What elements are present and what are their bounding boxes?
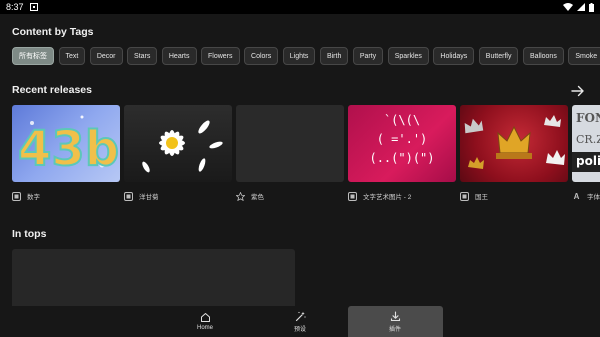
- font-art-word: CR.ZO: [576, 133, 600, 146]
- notification-icon: [29, 3, 38, 11]
- nav-label: 插件: [388, 326, 401, 333]
- status-bar: 8:37: [0, 0, 600, 14]
- download-icon: [390, 310, 400, 321]
- numbers-art-text: 43b: [18, 121, 119, 177]
- card-thumbnail: 43b: [12, 105, 120, 182]
- tag-chip[interactable]: Birth: [319, 47, 349, 65]
- tag-chip[interactable]: 所有标签: [12, 47, 54, 65]
- card-thumbnail: [124, 105, 232, 182]
- sticker-icon: [348, 191, 357, 201]
- tag-chip[interactable]: Sparkles: [387, 47, 429, 65]
- bottom-navigation: Home 预设 插件: [0, 306, 600, 337]
- signal-icon: [577, 3, 585, 11]
- card-label: 洋甘菊: [139, 194, 159, 201]
- text-icon: A: [573, 191, 580, 201]
- numbers-art: 43b: [17, 115, 120, 178]
- tag-chip[interactable]: Party: [352, 47, 384, 65]
- card-label: 字体: [587, 194, 600, 201]
- tag-chip[interactable]: Stars: [127, 47, 158, 65]
- release-card-numbers[interactable]: 43b 数字: [12, 105, 120, 210]
- card-label: 紫色: [251, 194, 264, 201]
- battery-icon: [589, 2, 594, 12]
- nav-plugins[interactable]: 插件: [347, 306, 443, 337]
- card-thumbnail: FON CR.ZO police: [572, 105, 600, 182]
- home-icon: [200, 313, 210, 322]
- release-card-font[interactable]: FON CR.ZO police A 字体: [572, 105, 600, 210]
- tag-chip[interactable]: Hearts: [161, 47, 197, 65]
- font-art-word: FON: [576, 111, 600, 125]
- card-thumbnail: [460, 105, 568, 182]
- wifi-icon: [563, 3, 573, 11]
- crown-art: [464, 115, 565, 169]
- tag-chip[interactable]: Smoke: [568, 47, 600, 65]
- star-icon: [235, 190, 246, 201]
- tag-chip[interactable]: Holidays: [433, 47, 475, 65]
- nav-label: 预设: [293, 326, 306, 333]
- magic-wand-icon: [295, 311, 306, 321]
- tag-chip[interactable]: Decor: [89, 47, 123, 65]
- kaomoji-art: `(\(\ ( ='.') (..(")("): [348, 111, 456, 168]
- tag-chip[interactable]: Lights: [282, 47, 316, 65]
- nav-label: Home: [196, 325, 213, 331]
- font-art-word: police: [576, 154, 600, 168]
- kaomoji-line: ( ='.'): [376, 132, 428, 146]
- sticker-icon: [12, 191, 21, 201]
- tag-chip[interactable]: Balloons: [522, 47, 564, 65]
- tag-chip[interactable]: Butterfly: [478, 47, 519, 65]
- card-label: 文字艺术图片 - 2: [363, 194, 412, 201]
- kaomoji-line: (..(")("): [369, 151, 435, 165]
- release-card-purple[interactable]: 紫色: [235, 105, 344, 210]
- release-card-king[interactable]: 国王: [460, 105, 568, 210]
- card-thumbnail: `(\(\ ( ='.') (..(")("): [348, 105, 456, 182]
- sticker-icon: [460, 191, 469, 201]
- card-label: 国王: [475, 194, 488, 201]
- card-thumbnail: [236, 105, 344, 182]
- release-card-kaomoji[interactable]: `(\(\ ( ='.') (..(")(") 文字艺术图片 - 2: [348, 105, 456, 210]
- daisy-art: [142, 120, 223, 173]
- tag-chip[interactable]: Flowers: [201, 47, 240, 65]
- tags-row: 所有标签 Text Decor Stars Hearts Flowers Colors Lig…: [12, 47, 600, 65]
- status-time: 8:37: [6, 2, 24, 12]
- sticker-icon: [124, 191, 133, 201]
- release-card-daisy[interactable]: 洋甘菊: [124, 105, 232, 210]
- recent-cards-row: 43b 数字 洋甘菊 紫色 `(\(\ (='.') (..(")(") 文字…: [12, 105, 600, 210]
- recent-section-title: Recent releases: [12, 84, 92, 96]
- kaomoji-line: `(\(\: [383, 113, 421, 127]
- nav-home[interactable]: Home: [158, 306, 253, 337]
- tag-chip[interactable]: Text: [58, 47, 86, 65]
- tag-chip[interactable]: Colors: [244, 47, 279, 65]
- tops-section-title: In tops: [12, 228, 47, 240]
- tags-section-title: Content by Tags: [12, 26, 94, 38]
- arrow-right-icon[interactable]: [571, 85, 585, 97]
- card-label: 数字: [27, 194, 40, 201]
- nav-presets[interactable]: 预设: [253, 306, 348, 337]
- tops-card[interactable]: [12, 249, 295, 309]
